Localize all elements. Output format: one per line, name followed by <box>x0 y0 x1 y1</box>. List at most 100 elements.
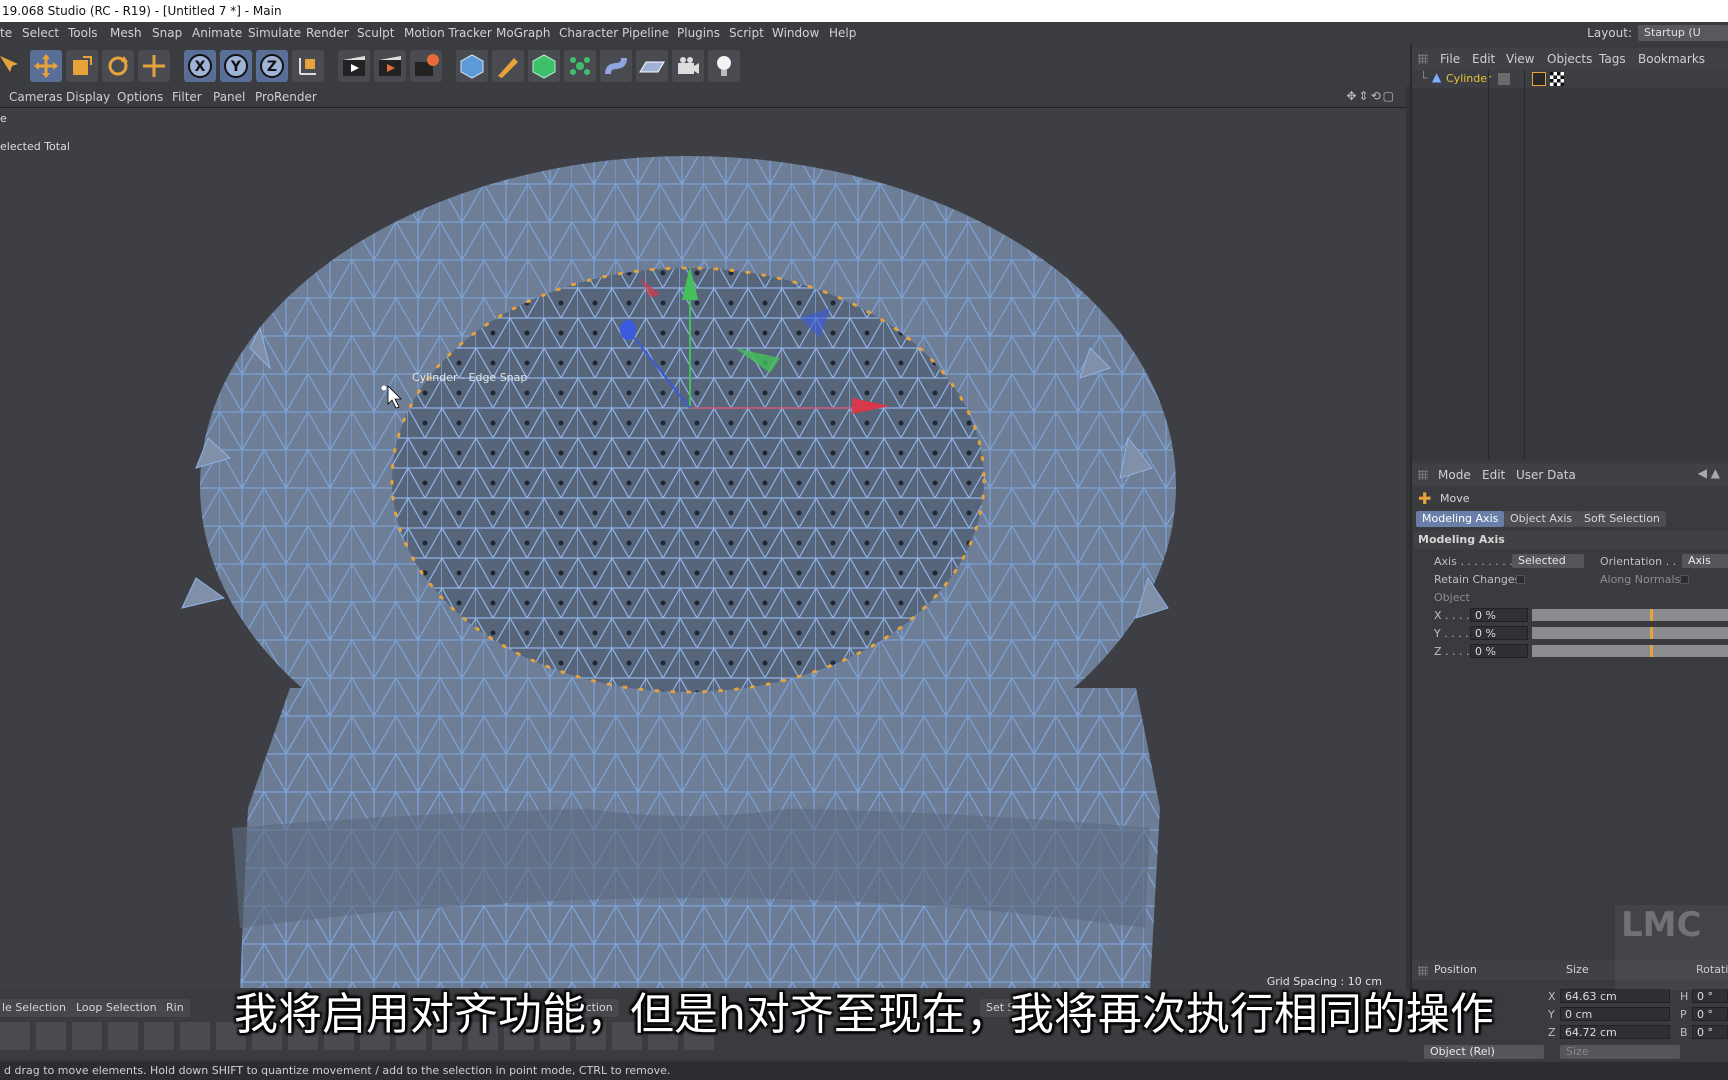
layout-select[interactable]: Startup (U <box>1638 25 1728 41</box>
viewport-menu-cameras[interactable]: Cameras <box>9 86 62 108</box>
orientation-label: Orientation . . <box>1600 555 1677 568</box>
menu-item-character[interactable]: Character <box>559 22 618 44</box>
attribute-manager-menubar: Mode Edit User Data ◀ ▲ <box>1412 464 1728 486</box>
live-selection-icon[interactable] <box>0 50 26 82</box>
menu-item-motion-tracker[interactable]: Motion Tracker <box>404 22 492 44</box>
watermark-logo: LMC <box>1615 905 1728 990</box>
cylinder-object-icon: ▲ <box>1432 70 1442 84</box>
scale-tool-icon[interactable] <box>66 50 98 82</box>
render-settings-icon[interactable] <box>410 50 442 82</box>
right-panel: File Edit View Objects Tags Bookmarks └ … <box>1410 44 1728 990</box>
tool-name: Move <box>1440 492 1470 505</box>
svg-text:Y: Y <box>230 59 242 75</box>
list-item[interactable]: └ ▲ Cylinder <box>1412 70 1728 88</box>
menu-item-te[interactable]: te <box>0 22 12 44</box>
grip-icon[interactable] <box>1418 470 1428 480</box>
menu-item-tools[interactable]: Tools <box>68 22 98 44</box>
along-normals-checkbox[interactable] <box>1680 575 1689 584</box>
orientation-select[interactable]: Axis <box>1682 554 1728 568</box>
menu-item-pipeline[interactable]: Pipeline <box>622 22 669 44</box>
y-axis-lock-icon[interactable]: Y <box>220 50 252 82</box>
tab-object-axis[interactable]: Object Axis <box>1504 511 1579 527</box>
menu-item-help[interactable]: Help <box>829 22 856 44</box>
viewport-menu-display[interactable]: Display <box>66 86 110 108</box>
menu-item-plugins[interactable]: Plugins <box>677 22 720 44</box>
render-to-picture-viewer-icon[interactable] <box>374 50 406 82</box>
coordinate-system-icon[interactable] <box>292 50 324 82</box>
om-menu-edit[interactable]: Edit <box>1472 48 1495 70</box>
tab-modeling-axis[interactable]: Modeling Axis <box>1416 511 1505 527</box>
am-menu-user-data[interactable]: User Data <box>1516 464 1576 486</box>
menu-item-render[interactable]: Render <box>306 22 349 44</box>
light-icon[interactable] <box>708 50 740 82</box>
phong-tag-icon[interactable] <box>1532 72 1546 86</box>
axis-select[interactable]: Selected <box>1512 554 1584 568</box>
retain-changes-label: Retain Changes <box>1434 573 1521 586</box>
viewport-menu-options[interactable]: Options <box>117 86 163 108</box>
menu-item-simulate[interactable]: Simulate <box>248 22 301 44</box>
layer-icon[interactable] <box>1498 73 1510 85</box>
menu-item-animate[interactable]: Animate <box>192 22 242 44</box>
menu-item-mesh[interactable]: Mesh <box>110 22 142 44</box>
z-percent-input[interactable]: 0 % <box>1470 644 1528 658</box>
om-menu-view[interactable]: View <box>1506 48 1534 70</box>
window-title: 19.068 Studio (RC - R19) - [Untitled 7 *… <box>0 0 1728 22</box>
tab-soft-selection[interactable]: Soft Selection <box>1578 511 1666 527</box>
viewport-menu-filter[interactable]: Filter <box>172 86 202 108</box>
pen-spline-icon[interactable] <box>492 50 524 82</box>
object-name[interactable]: Cylinder <box>1446 72 1492 85</box>
viewport-menu-prorender[interactable]: ProRender <box>255 86 317 108</box>
svg-text:Z: Z <box>267 59 277 75</box>
am-menu-edit[interactable]: Edit <box>1482 464 1505 486</box>
viewport-navigation-icons[interactable]: ✥⇕⟲▢ <box>1346 89 1396 103</box>
object-list: └ ▲ Cylinder <box>1412 70 1728 460</box>
om-menu-tags[interactable]: Tags <box>1599 48 1626 70</box>
y-percent-input[interactable]: 0 % <box>1470 626 1528 640</box>
size-label: Size <box>1566 963 1589 976</box>
menu-item-snap[interactable]: Snap <box>152 22 182 44</box>
layout-label: Layout: <box>1587 26 1632 40</box>
material-tag-icon[interactable] <box>1550 72 1564 86</box>
size-mode-select[interactable]: Size <box>1560 1045 1680 1059</box>
position-label: Position <box>1434 963 1477 976</box>
x-slider[interactable] <box>1532 609 1728 621</box>
deformer-icon[interactable] <box>600 50 632 82</box>
svg-text:X: X <box>195 59 206 75</box>
retain-changes-checkbox[interactable] <box>1516 575 1525 584</box>
x-axis-lock-icon[interactable]: X <box>184 50 216 82</box>
om-menu-file[interactable]: File <box>1440 48 1460 70</box>
3d-viewport[interactable]: e elected Total Cylinder - Edge Snap Gri… <box>0 108 1406 990</box>
z-axis-lock-icon[interactable]: Z <box>256 50 288 82</box>
navigation-arrows-icon[interactable]: ◀ ▲ <box>1698 466 1720 480</box>
cube-primitive-icon[interactable] <box>456 50 488 82</box>
object-manager-menubar: File Edit View Objects Tags Bookmarks <box>1412 48 1728 70</box>
menu-item-select[interactable]: Select <box>22 22 59 44</box>
menu-item-script[interactable]: Script <box>729 22 764 44</box>
section-title: Modeling Axis <box>1418 533 1505 546</box>
om-menu-objects[interactable]: Objects <box>1547 48 1592 70</box>
y-slider[interactable] <box>1532 627 1728 639</box>
cylinder-mesh[interactable] <box>0 108 1406 990</box>
y-label: Y . . . . <box>1434 627 1469 640</box>
move-tool-icon[interactable] <box>30 50 62 82</box>
coordinate-mode-select[interactable]: Object (Rel) <box>1424 1045 1544 1059</box>
hierarchy-line-icon: └ <box>1420 71 1428 85</box>
camera-icon[interactable] <box>672 50 704 82</box>
am-menu-mode[interactable]: Mode <box>1438 464 1471 486</box>
subdivision-surface-icon[interactable] <box>528 50 560 82</box>
floor-icon[interactable] <box>636 50 668 82</box>
menu-item-sculpt[interactable]: Sculpt <box>357 22 394 44</box>
om-menu-bookmarks[interactable]: Bookmarks <box>1638 48 1705 70</box>
rotate-tool-icon[interactable] <box>102 50 134 82</box>
menu-item-window[interactable]: Window <box>772 22 819 44</box>
menu-item-mograph[interactable]: MoGraph <box>496 22 551 44</box>
mograph-cloner-icon[interactable] <box>564 50 596 82</box>
transform-tool-icon[interactable] <box>138 50 170 82</box>
grip-icon[interactable] <box>1418 54 1428 64</box>
viewport-menu-panel[interactable]: Panel <box>213 86 245 108</box>
render-view-icon[interactable] <box>338 50 370 82</box>
z-slider[interactable] <box>1532 645 1728 657</box>
grip-icon[interactable] <box>1418 966 1428 976</box>
main-toolbar: X Y Z <box>0 44 1410 86</box>
x-percent-input[interactable]: 0 % <box>1470 608 1528 622</box>
